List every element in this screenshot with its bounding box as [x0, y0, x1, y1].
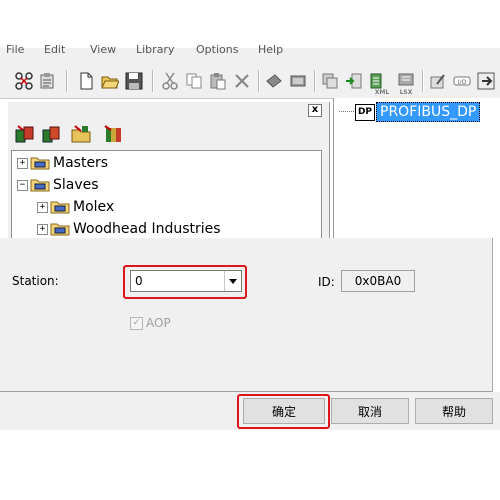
add-slave-icon[interactable]	[40, 124, 62, 144]
tree-node-label: Slaves	[53, 177, 99, 193]
station-highlight	[123, 265, 247, 299]
aop-checkbox[interactable]: ✓	[130, 317, 143, 330]
tree-node-molex[interactable]: + Molex	[37, 197, 114, 217]
help-button[interactable]: 帮助	[415, 398, 493, 424]
tree-node-slaves[interactable]: − Slaves	[17, 175, 99, 195]
collapse-icon[interactable]: −	[17, 179, 28, 191]
svg-text:I/O: I/O	[458, 79, 467, 86]
import-icon[interactable]	[344, 71, 364, 91]
profibus-dp-icon: DP	[355, 104, 375, 121]
network-icon[interactable]	[14, 71, 34, 91]
tree-node-masters[interactable]: + Masters	[17, 153, 108, 173]
tree-connector	[339, 111, 354, 112]
add-module-icon[interactable]	[102, 124, 124, 144]
menubar: File Edit View Library Options Help	[0, 43, 500, 58]
profibus-dp-node[interactable]: PROFIBUS_DP	[376, 102, 481, 122]
station-dialog	[0, 238, 493, 393]
folder-icon	[50, 201, 70, 214]
dialog-divider	[0, 391, 492, 392]
edit-icon[interactable]	[428, 71, 448, 91]
tree-node-label: Masters	[53, 155, 109, 171]
aop-label: AOP	[146, 316, 171, 330]
new-file-icon[interactable]	[76, 71, 96, 91]
add-folder-icon[interactable]	[70, 124, 92, 144]
id-value: 0x0BA0	[341, 270, 415, 292]
folder-icon	[30, 179, 50, 192]
id-label: ID:	[318, 275, 335, 289]
open-folder-icon[interactable]	[100, 71, 120, 91]
station-label: Station:	[12, 274, 59, 288]
copy-icon[interactable]	[184, 71, 204, 91]
menu-options[interactable]: Options	[196, 43, 238, 56]
paste-icon[interactable]	[208, 71, 228, 91]
device-library-icon[interactable]	[288, 71, 308, 91]
xml-label: XML	[374, 88, 390, 96]
folder-icon	[50, 223, 70, 236]
expand-icon[interactable]: +	[17, 157, 28, 169]
folder-icon	[30, 157, 50, 170]
add-master-icon[interactable]	[14, 124, 36, 144]
menu-view[interactable]: View	[90, 43, 116, 56]
menu-library[interactable]: Library	[136, 43, 174, 56]
properties-icon[interactable]	[38, 71, 58, 91]
tree-node-woodhead[interactable]: + Woodhead Industries	[37, 219, 221, 239]
forward-icon[interactable]	[476, 71, 496, 91]
insert-device-icon[interactable]	[264, 71, 284, 91]
delete-icon[interactable]	[232, 71, 252, 91]
copy-device-icon[interactable]	[320, 71, 340, 91]
toolbar: XML LSX I/O	[0, 58, 500, 99]
save-icon[interactable]	[124, 71, 144, 91]
ok-highlight	[237, 394, 330, 429]
pane-close-button[interactable]: x	[308, 104, 322, 117]
io-icon[interactable]: I/O	[452, 71, 472, 91]
expand-icon[interactable]: +	[37, 223, 48, 235]
device-tree: + Masters − Slaves + Molex + Woodhead In…	[11, 150, 322, 239]
menu-edit[interactable]: Edit	[44, 43, 65, 56]
menu-help[interactable]: Help	[258, 43, 283, 56]
cancel-button[interactable]: 取消	[331, 398, 409, 424]
menu-file[interactable]: File	[6, 43, 24, 56]
expand-icon[interactable]: +	[37, 201, 48, 213]
tree-node-label: Molex	[73, 199, 115, 215]
tree-node-label: Woodhead Industries	[73, 221, 221, 237]
lsx-label: LSX	[399, 88, 413, 96]
cut-icon[interactable]	[160, 71, 180, 91]
